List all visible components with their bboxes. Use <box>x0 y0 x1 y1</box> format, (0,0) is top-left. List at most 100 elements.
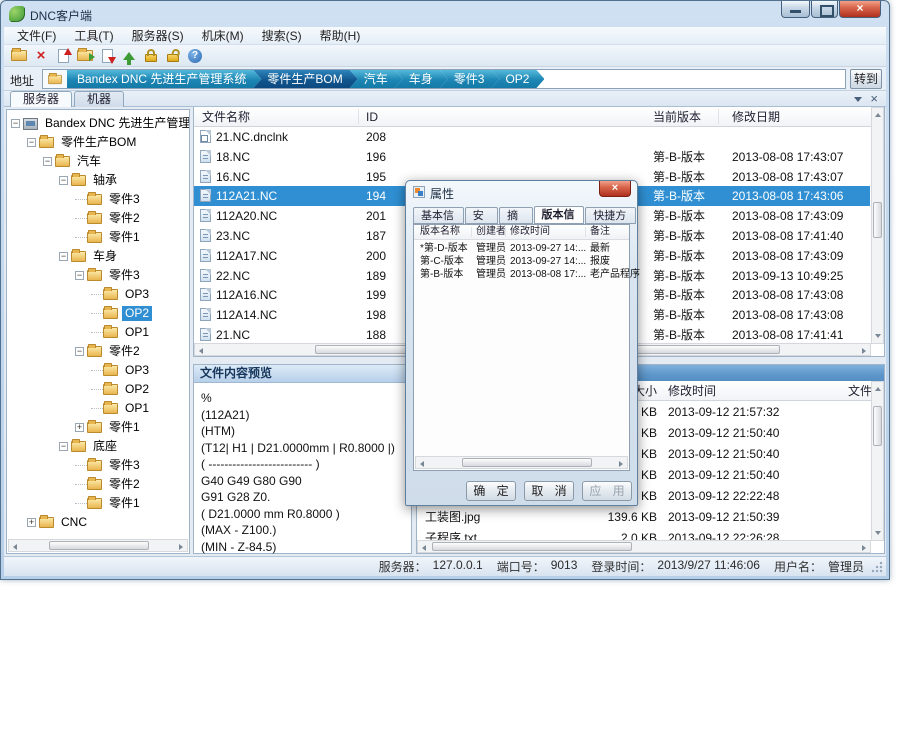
menu-item[interactable]: 机床(M) <box>193 27 253 45</box>
attachment-row[interactable]: 工装图.jpg139.6 KB2013-09-12 21:50:39 <box>417 507 870 528</box>
column-modify-time[interactable]: 修改时间 <box>668 381 716 401</box>
checkin-doc-icon <box>58 49 69 63</box>
column-version-time[interactable]: 修改时间 <box>510 225 550 239</box>
minimize-button[interactable] <box>781 1 810 18</box>
help-button[interactable]: ? <box>184 46 206 66</box>
cancel-button[interactable]: 取 消 <box>524 481 574 501</box>
tree-item[interactable]: 零件1 <box>7 228 189 247</box>
tree-item[interactable]: 零件2 <box>7 475 189 494</box>
file-list-header[interactable]: 文件名称 ID 当前版本 修改日期 <box>194 107 884 127</box>
close-button[interactable]: × <box>839 1 881 18</box>
attachment-time: 2013-09-12 21:57:32 <box>668 402 779 423</box>
tree-item[interactable]: −轴承 <box>7 171 189 190</box>
file-list-vscrollbar[interactable] <box>871 107 884 344</box>
apply-button[interactable]: 应 用 <box>582 481 632 501</box>
folder-button[interactable] <box>8 46 30 66</box>
tree-item[interactable]: − 车身 <box>7 247 189 266</box>
ok-button[interactable]: 确 定 <box>466 481 516 501</box>
tabstrip-dropdown-icon[interactable] <box>854 93 862 102</box>
folder-icon <box>39 137 54 148</box>
tree-hscrollbar[interactable] <box>8 539 188 552</box>
breadcrumb-segment[interactable]: 零件3 <box>440 70 500 88</box>
unlock-button[interactable] <box>162 46 184 66</box>
tree-item[interactable]: −零件2 <box>7 342 189 361</box>
tree-item[interactable]: +CNC <box>7 513 189 532</box>
version-list-header[interactable]: 版本名称 创建者 修改时间 备注 <box>414 225 629 240</box>
tree-toggle-minus[interactable]: − <box>75 271 84 280</box>
dialog-tab-inactive[interactable]: 快捷方式 <box>585 207 636 224</box>
tree-item[interactable]: 零件2 <box>7 209 189 228</box>
upload-button[interactable] <box>118 46 140 66</box>
tree-toggle-minus[interactable]: − <box>43 157 52 166</box>
dialog-tab-inactive[interactable]: 基本信息 <box>413 207 464 224</box>
tabstrip-close-icon[interactable]: × <box>870 93 878 105</box>
breadcrumb-segment[interactable]: Bandex DNC 先进生产管理系统 <box>67 70 261 88</box>
file-row[interactable]: 18.NC196第-B-版本2013-08-08 17:43:07 <box>194 147 870 167</box>
dialog-tab-active[interactable]: 版本信息 <box>534 206 585 224</box>
menu-item[interactable]: 文件(F) <box>8 27 65 45</box>
dialog-tab-inactive[interactable]: 安全 <box>465 207 498 224</box>
checkout-doc-button[interactable] <box>96 46 118 66</box>
folder-icon <box>87 270 102 281</box>
tree-toggle-plus[interactable]: + <box>27 518 36 527</box>
column-modify-date[interactable]: 修改日期 <box>732 107 780 127</box>
tree-item[interactable]: 零件3 <box>7 456 189 475</box>
tree-toggle-minus[interactable]: − <box>59 442 68 451</box>
column-note[interactable]: 备注 <box>590 225 610 239</box>
tree-toggle-minus[interactable]: − <box>27 138 36 147</box>
breadcrumb-segment[interactable]: 零件生产BOM <box>253 70 357 88</box>
version-row[interactable]: 第-C-版本管理员2013-09-27 14:...报废 <box>414 255 629 268</box>
go-button[interactable]: 转到 <box>850 69 882 89</box>
file-row[interactable]: 21.NC.dnclnk208 <box>194 127 870 147</box>
attachment-vscrollbar[interactable] <box>871 381 884 541</box>
column-version-name[interactable]: 版本名称 <box>420 225 460 239</box>
resize-grip[interactable] <box>871 561 883 573</box>
tree-item[interactable]: +零件1 <box>7 418 189 437</box>
tree-toggle-plus[interactable]: + <box>75 423 84 432</box>
tree-item[interactable]: OP2 <box>7 380 189 399</box>
tree-toggle-minus[interactable]: − <box>11 119 20 128</box>
menu-item[interactable]: 搜索(S) <box>253 27 311 45</box>
tab-inactive[interactable]: 机器 <box>74 91 124 107</box>
column-file-name[interactable]: 文件名称 <box>202 107 250 127</box>
tree-item[interactable]: 零件1 <box>7 494 189 513</box>
tree-item[interactable]: 零件3 <box>7 190 189 209</box>
tree-item[interactable]: −零件3 <box>7 266 189 285</box>
tree-item[interactable]: OP2 <box>7 304 189 323</box>
tree-toggle-minus[interactable]: − <box>59 176 68 185</box>
attachment-hscrollbar[interactable] <box>417 540 871 553</box>
tree-toggle-minus[interactable]: − <box>75 347 84 356</box>
tree-item[interactable]: −汽车 <box>7 152 189 171</box>
tree-item[interactable]: OP1 <box>7 323 189 342</box>
file-version: 第-B-版本 <box>653 226 705 246</box>
column-id[interactable]: ID <box>366 107 378 127</box>
version-list-hscrollbar[interactable] <box>415 456 628 469</box>
version-row[interactable]: 第-B-版本管理员2013-08-08 17:...老产品程序 <box>414 268 629 281</box>
title-bar[interactable]: DNC客户端 × <box>1 1 889 27</box>
lock-button[interactable] <box>140 46 162 66</box>
folder-icon <box>103 289 118 300</box>
maximize-button[interactable] <box>811 1 838 18</box>
tree-item[interactable]: −Bandex DNC 先进生产管理系 <box>7 114 189 133</box>
tree-toggle-minus[interactable]: − <box>59 252 68 261</box>
menu-item[interactable]: 帮助(H) <box>311 27 370 45</box>
checkin-doc-button[interactable] <box>52 46 74 66</box>
version-row[interactable]: *第-D-版本管理员2013-09-27 14:...最新 <box>414 242 629 255</box>
tree-item[interactable]: OP3 <box>7 361 189 380</box>
delete-button[interactable]: × <box>30 46 52 66</box>
tree-item[interactable]: OP3 <box>7 285 189 304</box>
menu-item[interactable]: 工具(T) <box>65 27 122 45</box>
folder-icon <box>71 175 86 186</box>
dialog-close-button[interactable]: × <box>599 181 631 197</box>
export-folder-button[interactable] <box>74 46 96 66</box>
tab-active[interactable]: 服务器 <box>10 91 72 107</box>
tree-item-label: 车身 <box>90 249 120 264</box>
status-value: 2013/9/27 11:46:06 <box>657 558 760 575</box>
menu-item[interactable]: 服务器(S) <box>123 27 193 45</box>
tree-item[interactable]: −零件生产BOM <box>7 133 189 152</box>
tree-item[interactable]: −底座 <box>7 437 189 456</box>
column-creator[interactable]: 创建者 <box>476 225 506 239</box>
tree-item[interactable]: OP1 <box>7 399 189 418</box>
column-current-version[interactable]: 当前版本 <box>653 107 701 127</box>
dialog-tab-inactive[interactable]: 摘要 <box>499 207 532 224</box>
